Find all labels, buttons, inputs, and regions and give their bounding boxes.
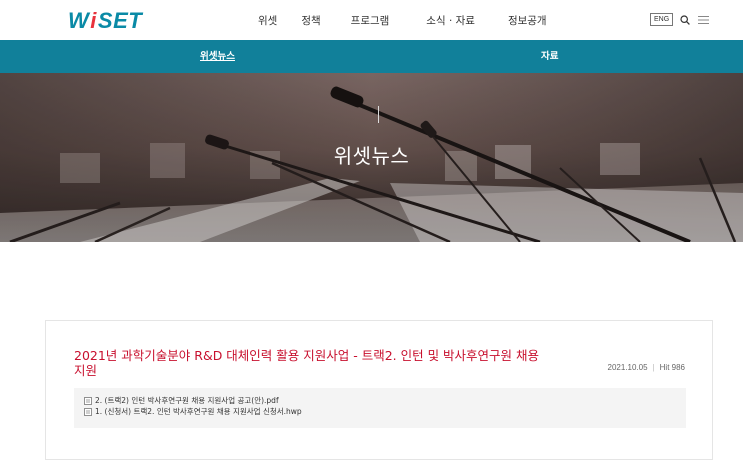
language-button[interactable]: ENG bbox=[650, 13, 674, 26]
nav-item-wiset[interactable]: 위셋 bbox=[258, 13, 277, 28]
post-date: 2021.10.05 bbox=[607, 363, 648, 372]
hero-banner: 위셋뉴스 bbox=[0, 73, 743, 242]
attachment-list: 2. (트랙2) 인턴 박사후연구원 채용 지원사업 공고(안).pdf 1. … bbox=[74, 388, 686, 428]
utility-menu: ENG bbox=[650, 13, 710, 26]
wiset-logo[interactable]: Wi SET bbox=[68, 8, 143, 33]
nav-item-disclosure[interactable]: 정보공개 bbox=[508, 13, 547, 28]
meta-separator: | bbox=[652, 363, 655, 372]
tab-wiset-news[interactable]: 위셋뉴스 bbox=[200, 40, 235, 73]
logo-letters-set: SET bbox=[97, 8, 143, 33]
sub-navigation: 위셋뉴스 자료 bbox=[0, 40, 743, 73]
site-header: Wi SET 위셋 정책 프로그램 소식 · 자료 정보공개 ENG bbox=[0, 0, 743, 40]
logo-letter-w: W bbox=[68, 8, 90, 33]
tab-resources[interactable]: 자료 bbox=[541, 40, 558, 73]
nav-item-news[interactable]: 소식 · 자료 bbox=[426, 13, 475, 28]
logo-letter-i: i bbox=[90, 8, 97, 33]
hero-divider-line bbox=[378, 106, 379, 123]
post-hits: Hit 986 bbox=[659, 363, 685, 372]
nav-item-program[interactable]: 프로그램 bbox=[351, 13, 390, 28]
file-icon bbox=[84, 396, 92, 405]
main-nav: 위셋 정책 프로그램 소식 · 자료 정보공개 bbox=[258, 13, 547, 28]
hero-title: 위셋뉴스 bbox=[333, 144, 410, 168]
post-meta: 2021.10.05 | Hit 986 bbox=[608, 363, 685, 372]
attachment-name: 2. (트랙2) 인턴 박사후연구원 채용 지원사업 공고(안).pdf bbox=[95, 396, 279, 405]
post-title: 2021년 과학기술분야 R&D 대체인력 활용 지원사업 - 트랙2. 인턴 … bbox=[74, 348, 540, 378]
search-icon[interactable] bbox=[680, 14, 691, 25]
post-card: 2021년 과학기술분야 R&D 대체인력 활용 지원사업 - 트랙2. 인턴 … bbox=[45, 320, 713, 460]
attachment-link[interactable]: 1. (신청서) 트랙2. 인턴 박사후연구원 채용 지원사업 신청서.hwp bbox=[84, 406, 676, 417]
attachment-link[interactable]: 2. (트랙2) 인턴 박사후연구원 채용 지원사업 공고(안).pdf bbox=[84, 395, 676, 406]
attachment-name: 1. (신청서) 트랙2. 인턴 박사후연구원 채용 지원사업 신청서.hwp bbox=[95, 407, 302, 416]
file-icon bbox=[84, 407, 92, 416]
hamburger-menu-icon[interactable] bbox=[698, 15, 710, 25]
nav-item-policy[interactable]: 정책 bbox=[301, 13, 320, 28]
